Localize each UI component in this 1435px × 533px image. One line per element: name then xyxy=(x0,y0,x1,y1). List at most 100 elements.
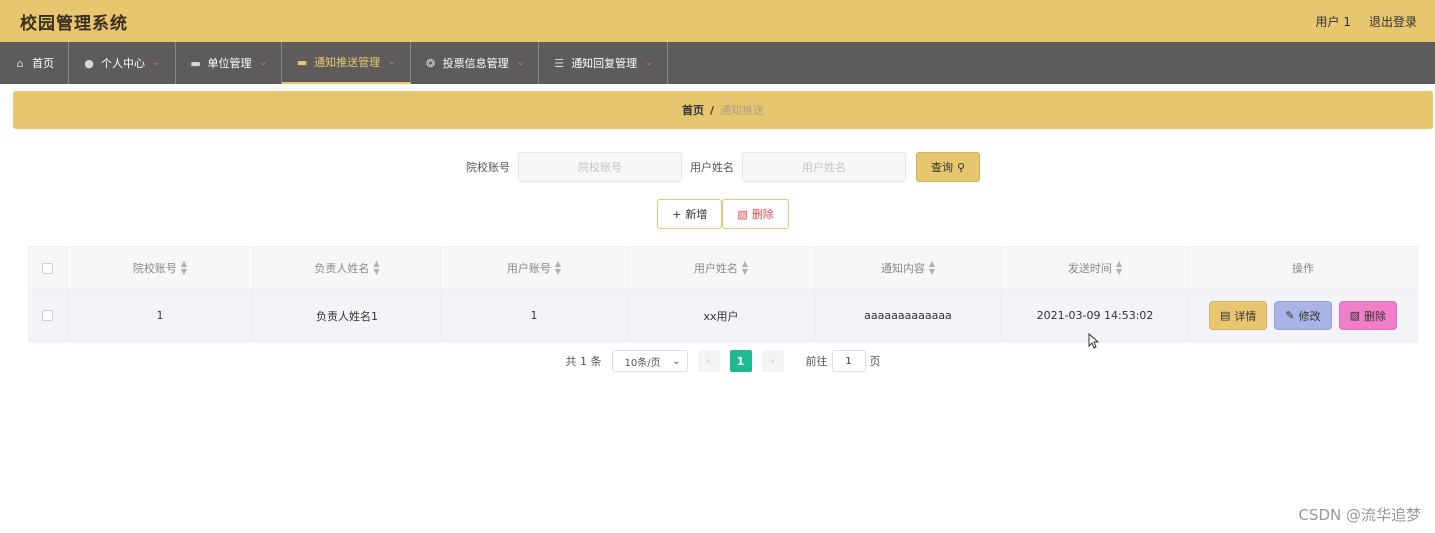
search-form: 院校账号 用户姓名 查询 ⚲ xyxy=(13,152,1433,182)
table-cell: xx用户 xyxy=(628,290,815,341)
select-all-checkbox[interactable] xyxy=(42,262,53,274)
sort-icon[interactable]: ▲ ▼ xyxy=(181,260,187,276)
goto-suffix: 页 xyxy=(869,355,881,368)
chevron-down-icon: ⌄ xyxy=(516,58,525,68)
row-checkbox-cell xyxy=(29,290,67,341)
header-label: 操作 xyxy=(1292,262,1314,275)
nav-item-notice-push[interactable]: ▬ 通知推送管理 ⌄ xyxy=(282,42,411,84)
chevron-down-icon: ⌄ xyxy=(672,355,681,367)
header-send-time[interactable]: 发送时间 ▲ ▼ xyxy=(1002,247,1189,289)
chevron-left-icon: ‹ xyxy=(706,355,711,367)
chevron-down-icon: ⌄ xyxy=(259,58,268,68)
nav-item-personal-center[interactable]: ● 个人中心 ⌄ xyxy=(69,42,176,84)
chevron-down-icon: ⌄ xyxy=(153,58,161,68)
header-label: 院校账号 xyxy=(132,262,177,275)
header-label: 通知内容 xyxy=(880,262,925,275)
breadcrumb-separator: / xyxy=(709,103,715,117)
header-notice-content[interactable]: 通知内容 ▲ ▼ xyxy=(815,247,1002,289)
pagination-goto: 前往 页 xyxy=(806,350,881,372)
top-right-menu: 用户 1 退出登录 xyxy=(1316,13,1417,30)
trash-icon: ▧ xyxy=(1349,309,1361,322)
row-checkbox[interactable] xyxy=(42,310,53,321)
nav-item-label: 通知回复管理 xyxy=(571,57,638,70)
row-delete-button[interactable]: ▧ 删除 xyxy=(1338,301,1398,330)
nav-item-notice-reply[interactable]: ☰ 通知回复管理 ⌄ xyxy=(539,42,668,84)
header-leader-name[interactable]: 负责人姓名 ▲ ▼ xyxy=(254,247,441,289)
row-operations: ▤ 详情 ✎ 修改 ▧ 删除 xyxy=(1189,290,1417,341)
page-number-current[interactable]: 1 xyxy=(729,350,752,372)
nav-item-label: 个人中心 xyxy=(101,57,145,70)
home-icon: ⌂ xyxy=(16,56,24,70)
list-icon: ☰ xyxy=(554,56,565,70)
batch-delete-button[interactable]: ▧ 删除 xyxy=(722,199,789,229)
sort-icon[interactable]: ▲ ▼ xyxy=(373,260,379,276)
header-label: 发送时间 xyxy=(1067,262,1112,275)
nav-item-label: 投票信息管理 xyxy=(442,57,509,70)
header-school-account[interactable]: 院校账号 ▲ ▼ xyxy=(67,247,254,289)
trash-icon: ▧ xyxy=(737,207,748,221)
query-button-label: 查询 xyxy=(930,161,953,174)
content-panel: 院校账号 用户姓名 查询 ⚲ + 新增 ▧ 删除 院校账号 ▲▼ xyxy=(13,137,1433,385)
user-icon: ● xyxy=(84,56,94,70)
edit-button[interactable]: ✎ 修改 xyxy=(1274,301,1332,330)
nav-item-unit-management[interactable]: ▬ 单位管理 ⌄ xyxy=(176,42,283,84)
row-delete-button-label: 删除 xyxy=(1364,309,1387,323)
action-buttons: + 新增 ▧ 删除 xyxy=(13,199,1433,229)
nav-item-home[interactable]: ⌂ 首页 xyxy=(0,42,69,84)
header-label: 用户账号 xyxy=(506,262,551,275)
header-label: 用户姓名 xyxy=(693,262,738,275)
logout-link[interactable]: 退出登录 xyxy=(1369,13,1417,30)
pagination: 共 1 条 10条/页 ⌄ ‹ 1 › 前往 页 xyxy=(13,350,1433,372)
nav-item-label: 通知推送管理 xyxy=(314,56,381,69)
school-account-label: 院校账号 xyxy=(465,161,510,174)
prev-page-button[interactable]: ‹ xyxy=(697,350,720,372)
chevron-down-icon: ⌄ xyxy=(645,58,653,68)
sort-icon[interactable]: ▲ ▼ xyxy=(1116,260,1122,276)
breadcrumb-home[interactable]: 首页 xyxy=(682,102,704,118)
header-label: 负责人姓名 xyxy=(314,262,370,275)
sort-icon[interactable]: ▲ ▼ xyxy=(742,260,748,276)
delete-button-label: 删除 xyxy=(751,208,774,221)
data-table: 院校账号 ▲ ▼ 负责人姓名 ▲ ▼ 用户账号 ▲ ▼ 用户姓名 ▲ ▼ 通知内容 ▲ ▼… xyxy=(28,246,1418,342)
page-size-select[interactable]: 10条/页 ⌄ xyxy=(611,350,688,372)
user-name-input[interactable] xyxy=(741,152,906,182)
table-header: 院校账号 ▲ ▼ 负责人姓名 ▲ ▼ 用户账号 ▲ ▼ 用户姓名 ▲ ▼ 通知内容 ▲ ▼… xyxy=(29,247,1417,289)
pencil-icon: ✎ xyxy=(1285,309,1295,322)
nav-item-vote-info[interactable]: ❂ 投票信息管理 ⌄ xyxy=(411,42,540,84)
add-button-label: 新增 xyxy=(685,208,708,221)
goto-page-input[interactable] xyxy=(831,350,866,372)
search-icon: ⚲ xyxy=(956,160,966,174)
add-button[interactable]: + 新增 xyxy=(657,199,723,229)
school-account-input[interactable] xyxy=(517,152,682,182)
chevron-down-icon: ⌄ xyxy=(388,57,396,67)
user-name-label: 用户姓名 xyxy=(689,161,734,174)
header-operations: 操作 xyxy=(1189,247,1417,289)
watermark: CSDN @流华追梦 xyxy=(1298,506,1421,524)
page-size-value: 10条/页 xyxy=(624,357,661,369)
document-icon: ▤ xyxy=(1219,309,1231,322)
pagination-total: 共 1 条 xyxy=(565,355,602,368)
sort-icon[interactable]: ▲ ▼ xyxy=(555,260,561,276)
query-button[interactable]: 查询 ⚲ xyxy=(915,152,981,182)
table-cell: 1 xyxy=(67,290,254,341)
main-nav: ⌂ 首页 ● 个人中心 ⌄ ▬ 单位管理 ⌄ ▬ 通知推送管理 ⌄ ❂ 投票信息… xyxy=(0,42,1435,84)
monitor-icon: ▬ xyxy=(296,55,308,69)
goto-prefix: 前往 xyxy=(805,355,828,368)
chevron-right-icon: › xyxy=(770,355,775,367)
detail-button-label: 详情 xyxy=(1234,309,1257,323)
mouse-cursor-icon xyxy=(1088,333,1100,349)
current-user-label[interactable]: 用户 1 xyxy=(1316,13,1351,30)
header-checkbox-cell xyxy=(29,247,67,289)
table-cell: 1 xyxy=(441,290,628,341)
edit-button-label: 修改 xyxy=(1298,309,1321,323)
app-title: 校园管理系统 xyxy=(20,13,128,34)
next-page-button[interactable]: › xyxy=(761,350,784,372)
detail-button[interactable]: ▤ 详情 xyxy=(1208,301,1268,330)
sort-icon[interactable]: ▲ ▼ xyxy=(929,260,935,276)
nav-item-label: 单位管理 xyxy=(207,57,252,70)
monitor-icon: ▬ xyxy=(190,56,201,70)
top-header: 校园管理系统 用户 1 退出登录 xyxy=(0,0,1435,42)
compass-icon: ❂ xyxy=(426,56,436,70)
header-user-name[interactable]: 用户姓名 ▲ ▼ xyxy=(628,247,815,289)
header-user-account[interactable]: 用户账号 ▲ ▼ xyxy=(441,247,628,289)
